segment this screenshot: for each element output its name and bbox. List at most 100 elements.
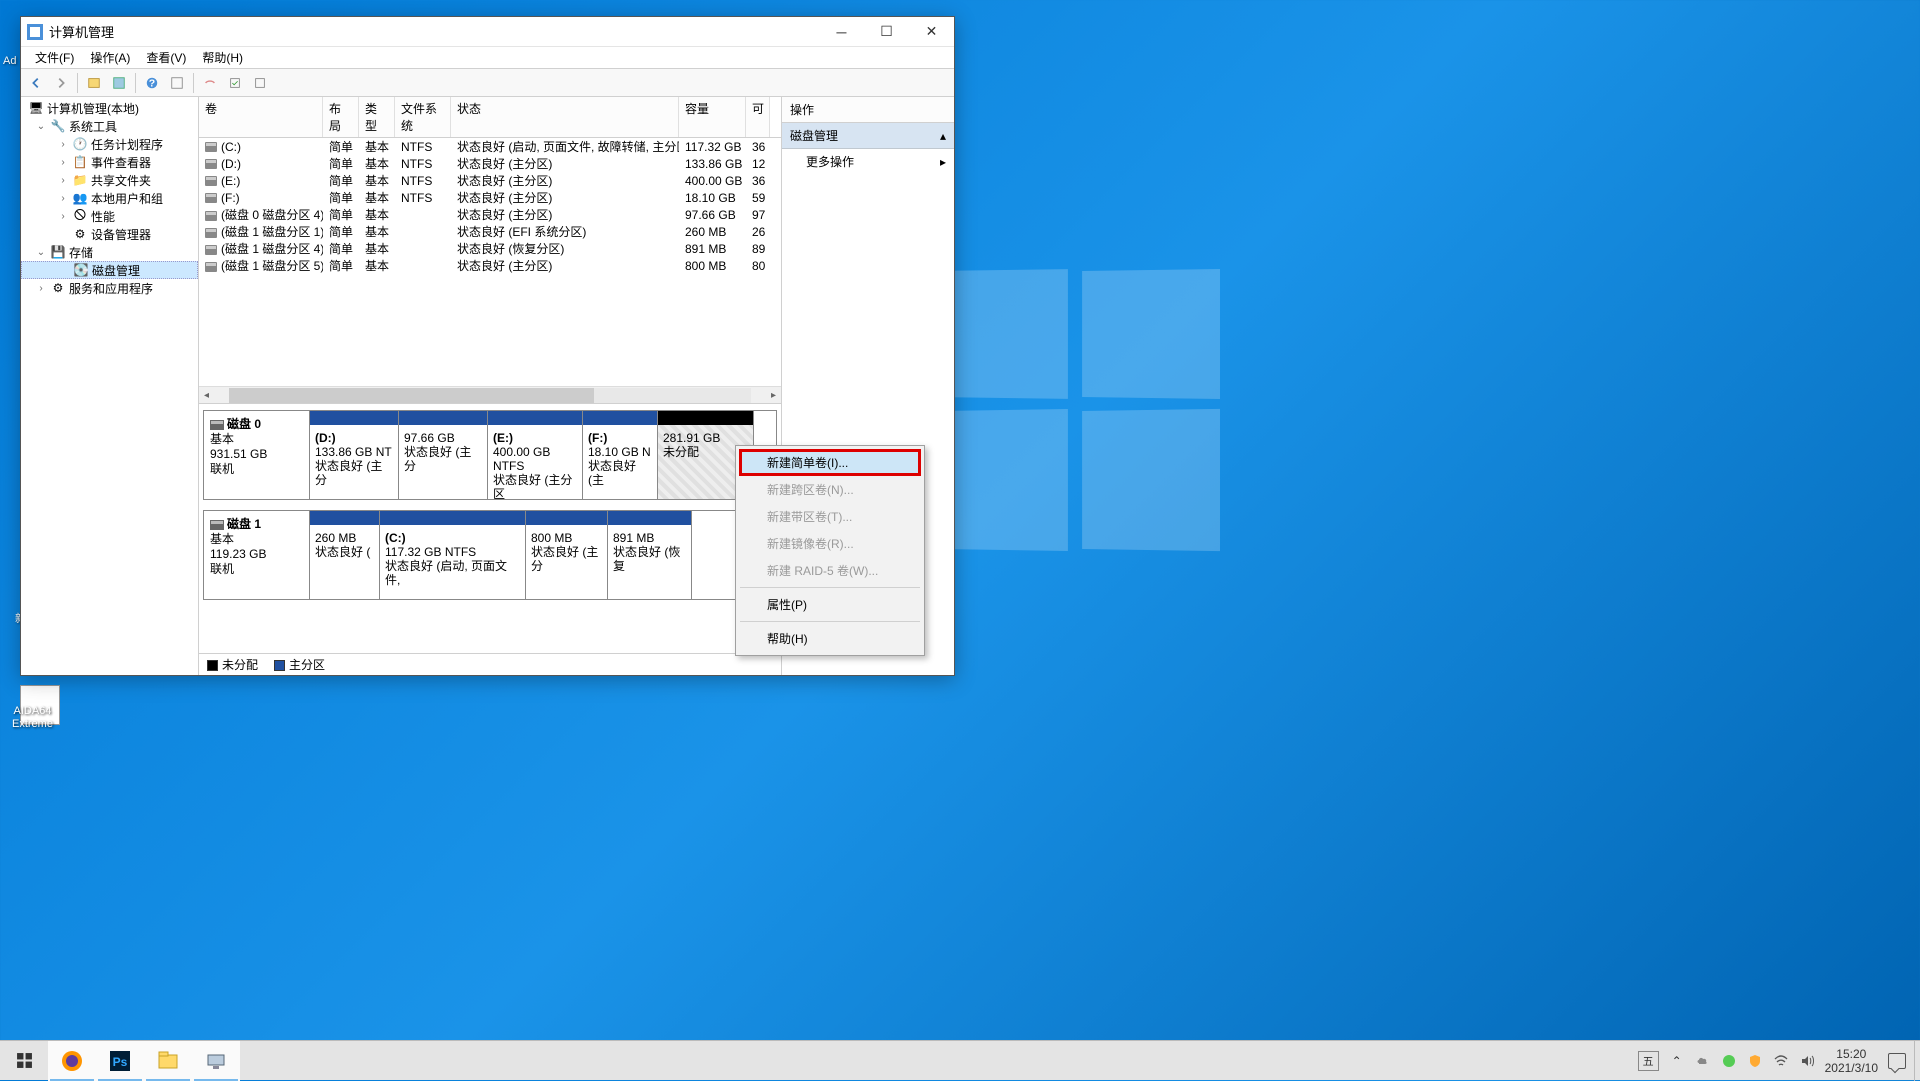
menu-file[interactable]: 文件(F) [27, 47, 82, 68]
partition[interactable]: (C:)117.32 GB NTFS状态良好 (启动, 页面文件, [380, 511, 526, 599]
partition[interactable]: (D:)133.86 GB NT状态良好 (主分 [310, 411, 399, 499]
partition[interactable]: 97.66 GB状态良好 (主分 [399, 411, 488, 499]
tray-volume-icon[interactable] [1799, 1053, 1815, 1069]
tree-storage[interactable]: ⌄💾存储 [21, 243, 198, 261]
volume-icon [205, 176, 217, 186]
ctx-properties[interactable]: 属性(P) [739, 591, 921, 618]
taskbar-compmgmt[interactable] [192, 1041, 240, 1081]
minimize-button[interactable]: ─ [819, 17, 864, 47]
tree-diskmgmt[interactable]: 💽磁盘管理 [21, 261, 198, 279]
tray-security-icon[interactable] [1747, 1053, 1763, 1069]
tray-app-icon[interactable] [1721, 1053, 1737, 1069]
volume-icon [205, 159, 217, 169]
toolbar-icon-5[interactable] [224, 72, 246, 94]
disk-info[interactable]: 磁盘 0基本931.51 GB联机 [204, 411, 310, 499]
date: 2021/3/10 [1825, 1061, 1878, 1075]
titlebar[interactable]: 计算机管理 ─ ☐ ✕ [21, 17, 954, 47]
toolbar-icon-6[interactable] [249, 72, 271, 94]
tree-perf[interactable]: ›🛇性能 [21, 207, 198, 225]
nav-fwd-icon[interactable] [50, 72, 72, 94]
scroll-right-icon[interactable]: ▸ [766, 388, 781, 403]
toolbar: ? [21, 69, 954, 97]
disk-info[interactable]: 磁盘 1基本119.23 GB联机 [204, 511, 310, 599]
partition[interactable]: (F:)18.10 GB N状态良好 (主 [583, 411, 658, 499]
col-fs[interactable]: 文件系统 [395, 97, 451, 137]
system-tray[interactable]: 五 ⌃ 15:20 2021/3/10 [1630, 1041, 1914, 1081]
col-layout[interactable]: 布局 [323, 97, 359, 137]
toolbar-icon-4[interactable] [199, 72, 221, 94]
disk[interactable]: 磁盘 1基本119.23 GB联机260 MB状态良好 ((C:)117.32 … [203, 510, 777, 600]
table-row[interactable]: (磁盘 0 磁盘分区 4)简单基本状态良好 (主分区)97.66 GB97 [199, 206, 781, 223]
table-row[interactable]: (磁盘 1 磁盘分区 1)简单基本状态良好 (EFI 系统分区)260 MB26 [199, 223, 781, 240]
time: 15:20 [1825, 1047, 1878, 1061]
volume-header[interactable]: 卷 布局 类型 文件系统 状态 容量 可 [199, 97, 781, 138]
table-row[interactable]: (C:)简单基本NTFS状态良好 (启动, 页面文件, 故障转储, 主分区)11… [199, 138, 781, 155]
table-row[interactable]: (磁盘 1 磁盘分区 5)简单基本状态良好 (主分区)800 MB80 [199, 257, 781, 274]
tree-systools[interactable]: ⌄🔧系统工具 [21, 117, 198, 135]
show-desktop-button[interactable] [1914, 1041, 1920, 1081]
aida64-label: AIDA64 Extreme [12, 705, 53, 731]
table-row[interactable]: (D:)简单基本NTFS状态良好 (主分区)133.86 GB12 [199, 155, 781, 172]
ctx-new-spanned-volume: 新建跨区卷(N)... [739, 476, 921, 503]
partition[interactable]: 891 MB状态良好 (恢复 [608, 511, 692, 599]
scroll-thumb[interactable] [229, 388, 594, 403]
menu-action[interactable]: 操作(A) [82, 47, 138, 68]
tree-devmgr[interactable]: ⚙设备管理器 [21, 225, 198, 243]
partition[interactable]: 260 MB状态良好 ( [310, 511, 380, 599]
tree-root[interactable]: 🖥计算机管理(本地) [21, 99, 198, 117]
table-row[interactable]: (磁盘 1 磁盘分区 4)简单基本状态良好 (恢复分区)891 MB89 [199, 240, 781, 257]
ctx-help[interactable]: 帮助(H) [739, 625, 921, 652]
disk[interactable]: 磁盘 0基本931.51 GB联机(D:)133.86 GB NT状态良好 (主… [203, 410, 777, 500]
scroll-left-icon[interactable]: ◂ [199, 388, 214, 403]
col-status[interactable]: 状态 [451, 97, 679, 137]
partition[interactable]: (E:)400.00 GB NTFS状态良好 (主分区 [488, 411, 583, 499]
ctx-new-striped-volume: 新建带区卷(T)... [739, 503, 921, 530]
taskbar[interactable]: Ps 五 ⌃ 15:20 2021/3/10 [0, 1040, 1920, 1080]
table-row[interactable]: (E:)简单基本NTFS状态良好 (主分区)400.00 GB36 [199, 172, 781, 189]
volume-icon [205, 245, 217, 255]
ctx-new-simple-volume[interactable]: 新建简单卷(I)... [739, 449, 921, 476]
menubar: 文件(F) 操作(A) 查看(V) 帮助(H) [21, 47, 954, 69]
col-volume[interactable]: 卷 [199, 97, 323, 137]
ime-indicator[interactable]: 五 [1638, 1051, 1659, 1071]
taskbar-photoshop[interactable]: Ps [96, 1041, 144, 1081]
actions-more[interactable]: 更多操作▸ [782, 149, 954, 174]
col-capacity[interactable]: 容量 [679, 97, 746, 137]
menu-view[interactable]: 查看(V) [138, 47, 194, 68]
actions-group[interactable]: 磁盘管理▴ [782, 123, 954, 149]
tray-wifi-icon[interactable] [1773, 1053, 1789, 1069]
menu-help[interactable]: 帮助(H) [194, 47, 251, 68]
tray-chevron-icon[interactable]: ⌃ [1669, 1053, 1685, 1069]
close-button[interactable]: ✕ [909, 17, 954, 47]
table-row[interactable]: (F:)简单基本NTFS状态良好 (主分区)18.10 GB59 [199, 189, 781, 206]
col-free[interactable]: 可 [746, 97, 770, 137]
maximize-button[interactable]: ☐ [864, 17, 909, 47]
col-type[interactable]: 类型 [359, 97, 395, 137]
ctx-new-raid5-volume: 新建 RAID-5 卷(W)... [739, 557, 921, 584]
nav-back-icon[interactable] [25, 72, 47, 94]
tray-onedrive-icon[interactable] [1695, 1053, 1711, 1069]
notification-icon[interactable] [1888, 1053, 1906, 1069]
clock[interactable]: 15:20 2021/3/10 [1825, 1047, 1878, 1075]
start-button[interactable] [0, 1041, 48, 1081]
partition[interactable]: 800 MB状态良好 (主分 [526, 511, 608, 599]
tree-shared[interactable]: ›📁共享文件夹 [21, 171, 198, 189]
taskbar-firefox[interactable] [48, 1041, 96, 1081]
tree-scheduler[interactable]: ›🕐任务计划程序 [21, 135, 198, 153]
tree-eventviewer[interactable]: ›📋事件查看器 [21, 153, 198, 171]
actions-header: 操作 [782, 97, 954, 123]
tree-services[interactable]: ›⚙服务和应用程序 [21, 279, 198, 297]
nav-tree[interactable]: 🖥计算机管理(本地) ⌄🔧系统工具 ›🕐任务计划程序 ›📋事件查看器 ›📁共享文… [21, 97, 199, 675]
tree-users[interactable]: ›👥本地用户和组 [21, 189, 198, 207]
volume-icon [205, 211, 217, 221]
taskbar-explorer[interactable] [144, 1041, 192, 1081]
hscrollbar[interactable]: ◂ ▸ [199, 386, 781, 403]
toolbar-icon-1[interactable] [83, 72, 105, 94]
volume-icon [205, 262, 217, 272]
submenu-icon: ▸ [940, 155, 946, 169]
toolbar-icon-2[interactable] [108, 72, 130, 94]
collapse-icon: ▴ [940, 129, 946, 143]
volume-icon [205, 142, 217, 152]
help-icon[interactable]: ? [141, 72, 163, 94]
toolbar-icon-3[interactable] [166, 72, 188, 94]
